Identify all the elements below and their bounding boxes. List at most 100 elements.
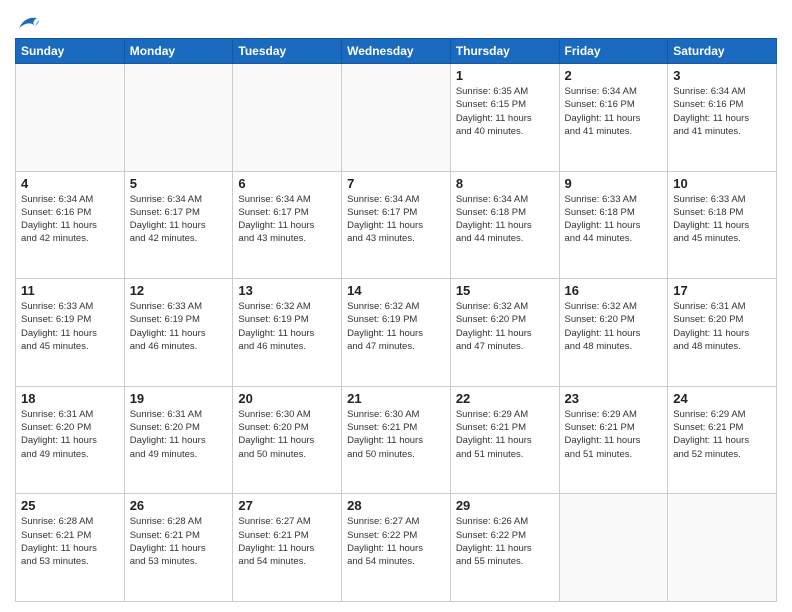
calendar-day-13: 13 Sunrise: 6:32 AM Sunset: 6:19 PM Dayli… — [233, 279, 342, 387]
day-number: 4 — [21, 176, 119, 191]
calendar-day-empty — [233, 64, 342, 172]
calendar-day-12: 12 Sunrise: 6:33 AM Sunset: 6:19 PM Dayli… — [124, 279, 233, 387]
calendar-day-11: 11 Sunrise: 6:33 AM Sunset: 6:19 PM Dayli… — [16, 279, 125, 387]
calendar-day-empty — [342, 64, 451, 172]
calendar-day-22: 22 Sunrise: 6:29 AM Sunset: 6:21 PM Dayli… — [450, 386, 559, 494]
day-info: Sunrise: 6:31 AM Sunset: 6:20 PM Dayligh… — [21, 408, 119, 461]
calendar-day-4: 4 Sunrise: 6:34 AM Sunset: 6:16 PM Daylig… — [16, 171, 125, 279]
day-number: 9 — [565, 176, 663, 191]
calendar-day-empty — [124, 64, 233, 172]
day-info: Sunrise: 6:34 AM Sunset: 6:17 PM Dayligh… — [130, 193, 228, 246]
day-info: Sunrise: 6:28 AM Sunset: 6:21 PM Dayligh… — [130, 515, 228, 568]
day-number: 7 — [347, 176, 445, 191]
calendar-week-row: 25 Sunrise: 6:28 AM Sunset: 6:21 PM Dayli… — [16, 494, 777, 602]
day-number: 16 — [565, 283, 663, 298]
day-info: Sunrise: 6:29 AM Sunset: 6:21 PM Dayligh… — [673, 408, 771, 461]
day-info: Sunrise: 6:29 AM Sunset: 6:21 PM Dayligh… — [456, 408, 554, 461]
day-number: 12 — [130, 283, 228, 298]
calendar-day-21: 21 Sunrise: 6:30 AM Sunset: 6:21 PM Dayli… — [342, 386, 451, 494]
header-saturday: Saturday — [668, 39, 777, 64]
calendar-day-9: 9 Sunrise: 6:33 AM Sunset: 6:18 PM Daylig… — [559, 171, 668, 279]
calendar-day-8: 8Sunrise: 6:34 AM Sunset: 6:18 PM Daylig… — [450, 171, 559, 279]
calendar-day-10: 10Sunrise: 6:33 AM Sunset: 6:18 PM Dayli… — [668, 171, 777, 279]
day-number: 1 — [456, 68, 554, 83]
day-number: 25 — [21, 498, 119, 513]
header — [15, 10, 777, 32]
day-number: 19 — [130, 391, 228, 406]
day-number: 18 — [21, 391, 119, 406]
day-info: Sunrise: 6:32 AM Sunset: 6:19 PM Dayligh… — [347, 300, 445, 353]
header-tuesday: Tuesday — [233, 39, 342, 64]
calendar-day-19: 19 Sunrise: 6:31 AM Sunset: 6:20 PM Dayli… — [124, 386, 233, 494]
header-wednesday: Wednesday — [342, 39, 451, 64]
day-number: 28 — [347, 498, 445, 513]
day-info: Sunrise: 6:30 AM Sunset: 6:21 PM Dayligh… — [347, 408, 445, 461]
day-number: 6 — [238, 176, 336, 191]
calendar-day-24: 24 Sunrise: 6:29 AM Sunset: 6:21 PM Dayli… — [668, 386, 777, 494]
day-number: 15 — [456, 283, 554, 298]
day-info: Sunrise: 6:34 AM Sunset: 6:17 PM Dayligh… — [347, 193, 445, 246]
calendar-header-row: SundayMondayTuesdayWednesdayThursdayFrid… — [16, 39, 777, 64]
day-info: Sunrise: 6:34 AM Sunset: 6:16 PM Dayligh… — [21, 193, 119, 246]
calendar-day-1: 1 Sunrise: 6:35 AM Sunset: 6:15 PM Daylig… — [450, 64, 559, 172]
day-info: Sunrise: 6:35 AM Sunset: 6:15 PM Dayligh… — [456, 85, 554, 138]
calendar-day-18: 18 Sunrise: 6:31 AM Sunset: 6:20 PM Dayli… — [16, 386, 125, 494]
day-info: Sunrise: 6:33 AM Sunset: 6:18 PM Dayligh… — [673, 193, 771, 246]
day-number: 14 — [347, 283, 445, 298]
day-number: 26 — [130, 498, 228, 513]
day-info: Sunrise: 6:27 AM Sunset: 6:22 PM Dayligh… — [347, 515, 445, 568]
day-info: Sunrise: 6:32 AM Sunset: 6:20 PM Dayligh… — [565, 300, 663, 353]
calendar-day-3: 3 Sunrise: 6:34 AM Sunset: 6:16 PM Daylig… — [668, 64, 777, 172]
calendar-week-row: 4 Sunrise: 6:34 AM Sunset: 6:16 PM Daylig… — [16, 171, 777, 279]
day-number: 22 — [456, 391, 554, 406]
day-info: Sunrise: 6:34 AM Sunset: 6:16 PM Dayligh… — [565, 85, 663, 138]
day-number: 24 — [673, 391, 771, 406]
day-number: 11 — [21, 283, 119, 298]
header-monday: Monday — [124, 39, 233, 64]
logo — [15, 14, 39, 32]
day-info: Sunrise: 6:34 AM Sunset: 6:18 PM Dayligh… — [456, 193, 554, 246]
calendar-day-empty — [559, 494, 668, 602]
page: SundayMondayTuesdayWednesdayThursdayFrid… — [0, 0, 792, 612]
calendar-week-row: 18 Sunrise: 6:31 AM Sunset: 6:20 PM Dayli… — [16, 386, 777, 494]
calendar-day-empty — [16, 64, 125, 172]
day-number: 17 — [673, 283, 771, 298]
day-info: Sunrise: 6:34 AM Sunset: 6:16 PM Dayligh… — [673, 85, 771, 138]
day-info: Sunrise: 6:31 AM Sunset: 6:20 PM Dayligh… — [130, 408, 228, 461]
day-info: Sunrise: 6:30 AM Sunset: 6:20 PM Dayligh… — [238, 408, 336, 461]
day-info: Sunrise: 6:32 AM Sunset: 6:20 PM Dayligh… — [456, 300, 554, 353]
day-info: Sunrise: 6:33 AM Sunset: 6:18 PM Dayligh… — [565, 193, 663, 246]
calendar-day-16: 16 Sunrise: 6:32 AM Sunset: 6:20 PM Dayli… — [559, 279, 668, 387]
day-info: Sunrise: 6:32 AM Sunset: 6:19 PM Dayligh… — [238, 300, 336, 353]
day-info: Sunrise: 6:33 AM Sunset: 6:19 PM Dayligh… — [21, 300, 119, 353]
day-info: Sunrise: 6:31 AM Sunset: 6:20 PM Dayligh… — [673, 300, 771, 353]
calendar-day-7: 7 Sunrise: 6:34 AM Sunset: 6:17 PM Daylig… — [342, 171, 451, 279]
calendar-day-15: 15 Sunrise: 6:32 AM Sunset: 6:20 PM Dayli… — [450, 279, 559, 387]
day-number: 2 — [565, 68, 663, 83]
header-sunday: Sunday — [16, 39, 125, 64]
calendar-day-6: 6 Sunrise: 6:34 AM Sunset: 6:17 PM Daylig… — [233, 171, 342, 279]
day-info: Sunrise: 6:33 AM Sunset: 6:19 PM Dayligh… — [130, 300, 228, 353]
calendar-week-row: 11 Sunrise: 6:33 AM Sunset: 6:19 PM Dayli… — [16, 279, 777, 387]
calendar-day-23: 23Sunrise: 6:29 AM Sunset: 6:21 PM Dayli… — [559, 386, 668, 494]
day-info: Sunrise: 6:26 AM Sunset: 6:22 PM Dayligh… — [456, 515, 554, 568]
day-number: 23 — [565, 391, 663, 406]
calendar-day-14: 14 Sunrise: 6:32 AM Sunset: 6:19 PM Dayli… — [342, 279, 451, 387]
day-info: Sunrise: 6:34 AM Sunset: 6:17 PM Dayligh… — [238, 193, 336, 246]
day-number: 13 — [238, 283, 336, 298]
logo-bird-icon — [17, 14, 39, 32]
day-number: 27 — [238, 498, 336, 513]
day-number: 3 — [673, 68, 771, 83]
day-number: 21 — [347, 391, 445, 406]
calendar-day-27: 27 Sunrise: 6:27 AM Sunset: 6:21 PM Dayli… — [233, 494, 342, 602]
calendar-day-17: 17 Sunrise: 6:31 AM Sunset: 6:20 PM Dayli… — [668, 279, 777, 387]
calendar-day-empty — [668, 494, 777, 602]
calendar-table: SundayMondayTuesdayWednesdayThursdayFrid… — [15, 38, 777, 602]
calendar-day-26: 26 Sunrise: 6:28 AM Sunset: 6:21 PM Dayli… — [124, 494, 233, 602]
calendar-day-2: 2 Sunrise: 6:34 AM Sunset: 6:16 PM Daylig… — [559, 64, 668, 172]
day-number: 5 — [130, 176, 228, 191]
calendar-day-29: 29Sunrise: 6:26 AM Sunset: 6:22 PM Dayli… — [450, 494, 559, 602]
header-friday: Friday — [559, 39, 668, 64]
day-info: Sunrise: 6:27 AM Sunset: 6:21 PM Dayligh… — [238, 515, 336, 568]
day-info: Sunrise: 6:28 AM Sunset: 6:21 PM Dayligh… — [21, 515, 119, 568]
